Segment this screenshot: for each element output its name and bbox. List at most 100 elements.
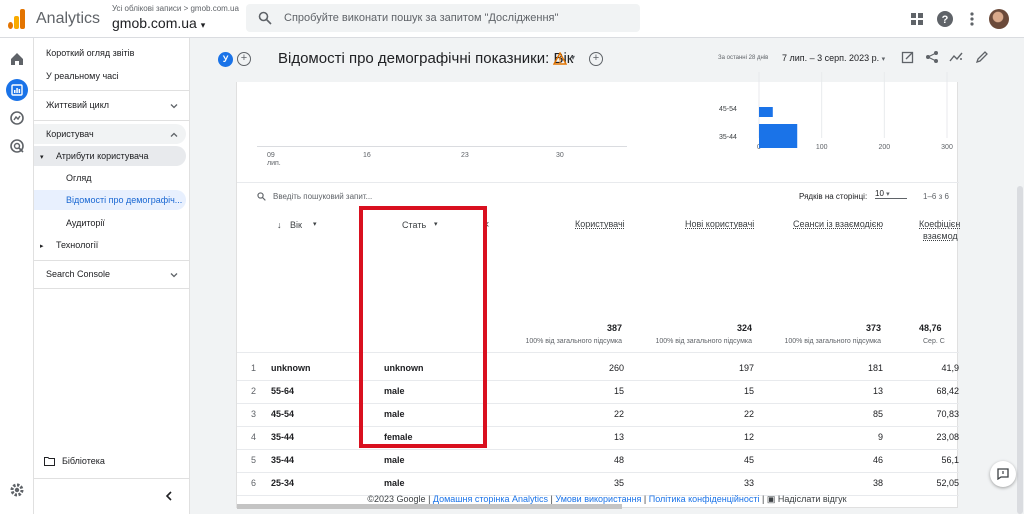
caret-down-icon[interactable]: ▾ [313,220,317,228]
divider [34,260,190,261]
column-header-users[interactable]: Користувачі [575,219,625,229]
bar[interactable] [759,124,798,148]
footer-link-home[interactable]: Домашня сторінка Analytics [433,494,548,504]
chevron-up-icon[interactable] [169,130,179,140]
caret-down-icon[interactable]: ▾ [571,53,575,62]
x-tick-label: 30 [556,152,564,159]
row-index: 5 [251,455,257,465]
nav-reports-snapshot[interactable]: Короткий огляд звітів [46,48,134,58]
analytics-logo-icon[interactable] [8,9,26,29]
warning-icon[interactable] [553,52,567,65]
share-icon[interactable] [925,50,939,64]
caret-down-icon: ▾ [886,191,890,198]
footer-link-privacy[interactable]: Політика конфіденційності [649,494,760,504]
column-header-age[interactable]: Вік [290,220,302,230]
table-row[interactable]: 3 45-54 male 22 22 85 70,83 [237,404,959,427]
footer-link-feedback[interactable]: Надіслати відгук [778,494,847,504]
explore-icon[interactable] [8,109,26,127]
page-title: Відомості про демографічні показники: Ві… [278,50,574,67]
cell-sessions: 13 [872,386,883,396]
cell-sessions: 46 [872,455,883,465]
date-range-text: 7 лип. – 3 серп. 2023 р. [782,53,880,63]
table-row[interactable]: 2 55-64 male 15 15 13 68,42 [237,381,959,404]
cell-new-users: 22 [743,409,754,419]
vertical-scrollbar[interactable] [1017,186,1023,514]
x-tick-label: 16 [363,152,371,159]
comparison-chip[interactable]: У [218,52,233,67]
customize-report-icon[interactable] [901,50,915,64]
x-tick-label: 23 [461,152,469,159]
cell-new-users: 45 [743,455,754,465]
avatar[interactable] [989,9,1009,29]
property-selector[interactable]: gmob.com.ua ▾ [112,15,205,31]
row-index: 3 [251,409,257,419]
date-range-picker[interactable]: 7 лип. – 3 серп. 2023 р. ▾ [782,53,885,63]
left-rail [0,38,34,514]
property-name: gmob.com.ua [112,15,197,31]
feedback-icon: ▣ [766,494,776,504]
main-content: У + Відомості про демографічні показники… [218,38,1024,514]
cell-gender: male [384,478,405,488]
table-row[interactable]: 1 unknown unknown 260 197 181 41,9 [237,358,959,381]
line-chart-axis [257,146,627,147]
nav-lifecycle[interactable]: Життєвий цикл [46,100,109,110]
caret-right-icon: ▸ [40,243,44,250]
chevron-down-icon[interactable] [169,270,179,280]
chat-bubble-icon [997,468,1009,480]
app-name: Analytics [36,10,101,27]
apps-grid-icon[interactable] [908,10,926,28]
rows-per-page-select[interactable]: 10 ▾ [875,189,907,199]
insights-icon[interactable] [949,50,963,64]
nav-user-attributes[interactable]: Атрибути користувача [56,151,149,161]
cell-age: unknown [271,363,311,373]
report-navigation: Короткий огляд звітів У реальному часі Ж… [34,38,190,514]
home-icon[interactable] [8,50,26,68]
chevron-down-icon[interactable] [169,101,179,111]
x-tick-label: 300 [941,144,953,151]
table-row[interactable]: 6 25-34 male 35 33 38 52,05 [237,473,959,496]
cell-age: 35-44 [271,432,295,442]
footer-link-terms[interactable]: Умови використання [555,494,641,504]
nav-technology[interactable]: Технології [56,240,98,250]
search-bar[interactable]: Спробуйте виконати пошук за запитом "Дос… [246,4,640,32]
total-avg-label: Сер. С [923,338,945,345]
total-new-users: 324 [736,323,752,333]
advertising-icon[interactable] [8,137,26,155]
report-card: 09 лип. 16 23 30 010020030045-5435-44 Вв… [236,72,960,509]
folder-icon [44,457,55,466]
table-row[interactable]: 4 35-44 female 13 12 9 23,08 [237,427,959,450]
nav-audiences[interactable]: Аудиторії [66,218,105,228]
cell-age: 35-44 [271,455,295,465]
column-header-engaged-sessions[interactable]: Сеанси із взаємодією [793,219,883,229]
category-label: 45-54 [719,106,737,113]
more-vert-icon[interactable] [963,10,981,28]
nav-user[interactable]: Користувач [46,129,94,139]
search-icon [257,192,266,201]
page-footer: ©2023 Google | Домашня сторінка Analytic… [367,494,847,504]
search-icon [258,11,272,25]
cell-users: 13 [613,432,624,442]
table-search-input[interactable]: Введіть пошуковий запит... [273,192,372,201]
nav-library[interactable]: Бібліотека [62,456,105,466]
add-comparison-button[interactable]: + [237,52,251,66]
account-breadcrumb[interactable]: Усі облікові записи > gmob.com.ua [112,4,239,13]
help-icon[interactable]: ? [936,10,954,28]
edit-pencil-icon[interactable] [975,50,989,64]
column-header-engagement-rate[interactable]: Коефіцієн [919,219,960,229]
cell-gender: male [384,455,405,465]
add-filter-button[interactable]: + [589,52,603,66]
x-tick-label: 09 [267,152,275,159]
cell-users: 35 [613,478,624,488]
nav-overview[interactable]: Огляд [66,173,91,183]
cell-engagement-rate: 56,1 [941,455,959,465]
nav-demographic-details[interactable]: Відомості про демографіч... [66,195,182,205]
table-row[interactable]: 5 35-44 male 48 45 46 56,1 [237,450,959,473]
nav-search-console[interactable]: Search Console [46,269,110,279]
cell-new-users: 197 [738,363,754,373]
nav-realtime[interactable]: У реальному часі [46,71,119,81]
sort-arrow-down-icon[interactable]: ↓ [277,220,282,230]
caret-down-icon: ▾ [40,154,44,161]
column-header-new-users[interactable]: Нові користувачі [685,219,754,229]
bar[interactable] [759,107,773,117]
feedback-fab-button[interactable] [990,461,1016,487]
